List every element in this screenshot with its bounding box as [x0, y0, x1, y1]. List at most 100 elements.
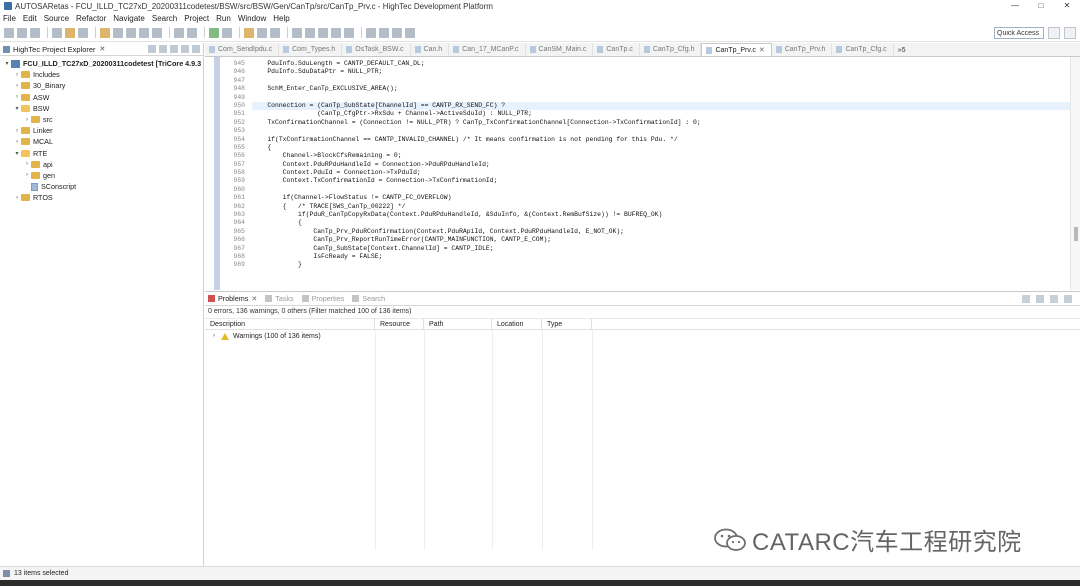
menu-run[interactable]: Run — [216, 14, 231, 23]
perspective-icon[interactable] — [1048, 27, 1060, 39]
maximize-button[interactable]: □ — [1028, 0, 1054, 12]
bottom-tab[interactable]: Problems ✕ — [208, 294, 257, 303]
toggle-mark-icon[interactable] — [331, 27, 341, 38]
view-menu-icon[interactable] — [170, 45, 178, 53]
code-line[interactable] — [252, 94, 1072, 102]
link-editor-icon[interactable] — [159, 45, 167, 53]
maximize-view-icon[interactable] — [1064, 294, 1072, 303]
code-line[interactable]: CanTp_Prv_ReportRunTimeError(CANTP_MAINF… — [252, 236, 1072, 244]
save-icon[interactable] — [17, 27, 27, 38]
tree-item[interactable]: › ASW — [0, 92, 203, 103]
scrollbar-thumb[interactable] — [1074, 227, 1078, 241]
tree-item[interactable]: SConscript — [0, 181, 203, 192]
chevron-right-icon[interactable]: › — [13, 128, 21, 134]
editor-tab[interactable]: CanSM_Main.c — [526, 43, 594, 56]
code-line[interactable]: { — [252, 144, 1072, 152]
column-description[interactable]: Description — [205, 319, 375, 329]
column-type[interactable]: Type — [542, 319, 592, 329]
code-line[interactable]: (CanTp_CfgPtr->RxSdu + Channel->ActiveSd… — [252, 110, 1072, 118]
code-line[interactable] — [252, 186, 1072, 194]
column-resource[interactable]: Resource — [375, 319, 424, 329]
code-line[interactable]: IsFcReady = FALSE; — [252, 253, 1072, 261]
tab-close-icon[interactable]: ✕ — [251, 295, 257, 303]
code-line[interactable]: Channel->BlockCfsRemaining = 0; — [252, 152, 1072, 160]
close-button[interactable]: ✕ — [1054, 0, 1080, 12]
tree-item[interactable]: › src — [0, 114, 203, 125]
code-line[interactable]: if(TxConfirmationChannel == CANTP_INVALI… — [252, 136, 1072, 144]
chevron-right-icon[interactable]: › — [23, 117, 31, 123]
menu-edit[interactable]: Edit — [23, 14, 37, 23]
code-line[interactable]: CanTp_SubState[Context.ChannelId] = CANT… — [252, 245, 1072, 253]
filter-icon[interactable] — [1022, 294, 1030, 303]
tree-item[interactable]: ▾ FCU_ILLD_TC27xD_20200311codetest [TriCo… — [0, 58, 203, 69]
view-menu-icon[interactable] — [1036, 294, 1044, 303]
gear-icon[interactable] — [174, 27, 184, 38]
column-path[interactable]: Path — [424, 319, 492, 329]
debug-icon[interactable] — [209, 27, 219, 38]
code-line[interactable]: Context.PduRPduHandleId = Connection->Pd… — [252, 161, 1072, 169]
menu-source[interactable]: Source — [44, 14, 69, 23]
chevron-right-icon[interactable]: › — [13, 195, 21, 201]
pin-icon[interactable] — [305, 27, 315, 38]
menu-project[interactable]: Project — [184, 14, 209, 23]
tree-item[interactable]: › MCAL — [0, 136, 203, 147]
table-row[interactable]: › Warnings (100 of 136 items) — [205, 330, 1080, 342]
open-type-icon[interactable] — [292, 27, 302, 38]
code-line[interactable] — [252, 127, 1072, 135]
code-line[interactable]: PduInfo.SduDataPtr = NULL_PTR; — [252, 68, 1072, 76]
tree-item[interactable]: › api — [0, 159, 203, 170]
chevron-right-icon[interactable]: › — [23, 172, 31, 178]
editor-tab[interactable]: CanTp_Prv.c ✕ — [701, 43, 772, 56]
chevron-right-icon[interactable]: › — [13, 139, 21, 145]
minimize-button[interactable]: — — [1002, 0, 1028, 12]
chevron-right-icon[interactable]: › — [13, 94, 21, 100]
chevron-right-icon[interactable]: › — [13, 83, 21, 89]
menu-help[interactable]: Help — [273, 14, 289, 23]
search-icon[interactable] — [318, 27, 328, 38]
pencil-icon[interactable] — [257, 27, 267, 38]
editor-tab[interactable]: OsTask_BSW.c — [342, 43, 411, 56]
menu-navigate[interactable]: Navigate — [113, 14, 145, 23]
code-line[interactable]: } — [252, 261, 1072, 269]
source-code[interactable]: PduInfo.SduLength = CANTP_DEFAULT_CAN_DL… — [252, 60, 1072, 270]
column-location[interactable]: Location — [492, 319, 542, 329]
bottom-tab[interactable]: Tasks — [265, 294, 294, 303]
chevron-down-icon[interactable]: ▾ — [13, 105, 21, 112]
code-line[interactable]: if(PduR_CanTpCopyRxData(Context.PduRPduH… — [252, 211, 1072, 219]
menu-search[interactable]: Search — [152, 14, 177, 23]
code-line[interactable]: Context.PduId = Connection->TxPduId; — [252, 169, 1072, 177]
code-line[interactable] — [252, 77, 1072, 85]
wrench-icon[interactable] — [100, 27, 110, 38]
prev-annotation-icon[interactable] — [379, 27, 389, 38]
expand-arrow-icon[interactable]: › — [213, 333, 221, 339]
tree-item[interactable]: ▾ RTE — [0, 148, 203, 159]
chevron-right-icon[interactable]: › — [23, 161, 31, 167]
chevron-down-icon[interactable]: ▾ — [13, 150, 21, 157]
collapse-all-icon[interactable] — [148, 45, 156, 53]
editor-tab[interactable]: Can.h — [411, 43, 450, 56]
save-all-icon[interactable] — [30, 27, 40, 38]
code-line[interactable]: CanTp_Prv_PduRConfirmation(Context.PduRA… — [252, 228, 1072, 236]
editor-tab[interactable]: CanTp_Cfg.c — [832, 43, 894, 56]
next-annotation-icon[interactable] — [366, 27, 376, 38]
minimize-view-icon[interactable] — [181, 45, 189, 53]
chip-icon[interactable] — [126, 27, 136, 38]
run-config-icon[interactable] — [222, 27, 232, 38]
tree-item[interactable]: ▾ BSW — [0, 103, 203, 114]
editor-tab[interactable]: CanTp_Cfg.h — [640, 43, 702, 56]
maximize-view-icon[interactable] — [192, 45, 200, 53]
new-file-icon[interactable] — [270, 27, 280, 38]
tab-overflow-button[interactable]: »5 — [894, 47, 910, 56]
quick-access-input[interactable] — [994, 27, 1044, 39]
code-line[interactable]: Context.TxConfirmationId = Connection->T… — [252, 177, 1072, 185]
code-line[interactable]: { /* TRACE[SWS_CanTp_00222] */ — [252, 203, 1072, 211]
annotation-icon[interactable] — [344, 27, 354, 38]
open-folder-icon[interactable] — [244, 27, 254, 38]
hammer-icon[interactable] — [65, 27, 75, 38]
menu-window[interactable]: Window — [238, 14, 266, 23]
back-icon[interactable] — [392, 27, 402, 38]
terminal-icon[interactable] — [152, 27, 162, 38]
code-line[interactable]: Connection = (CanTp_SubState[ChannelId] … — [252, 101, 1072, 111]
editor-tab[interactable]: Com_Types.h — [279, 43, 343, 56]
editor-tab[interactable]: Can_17_MCanP.c — [449, 43, 526, 56]
